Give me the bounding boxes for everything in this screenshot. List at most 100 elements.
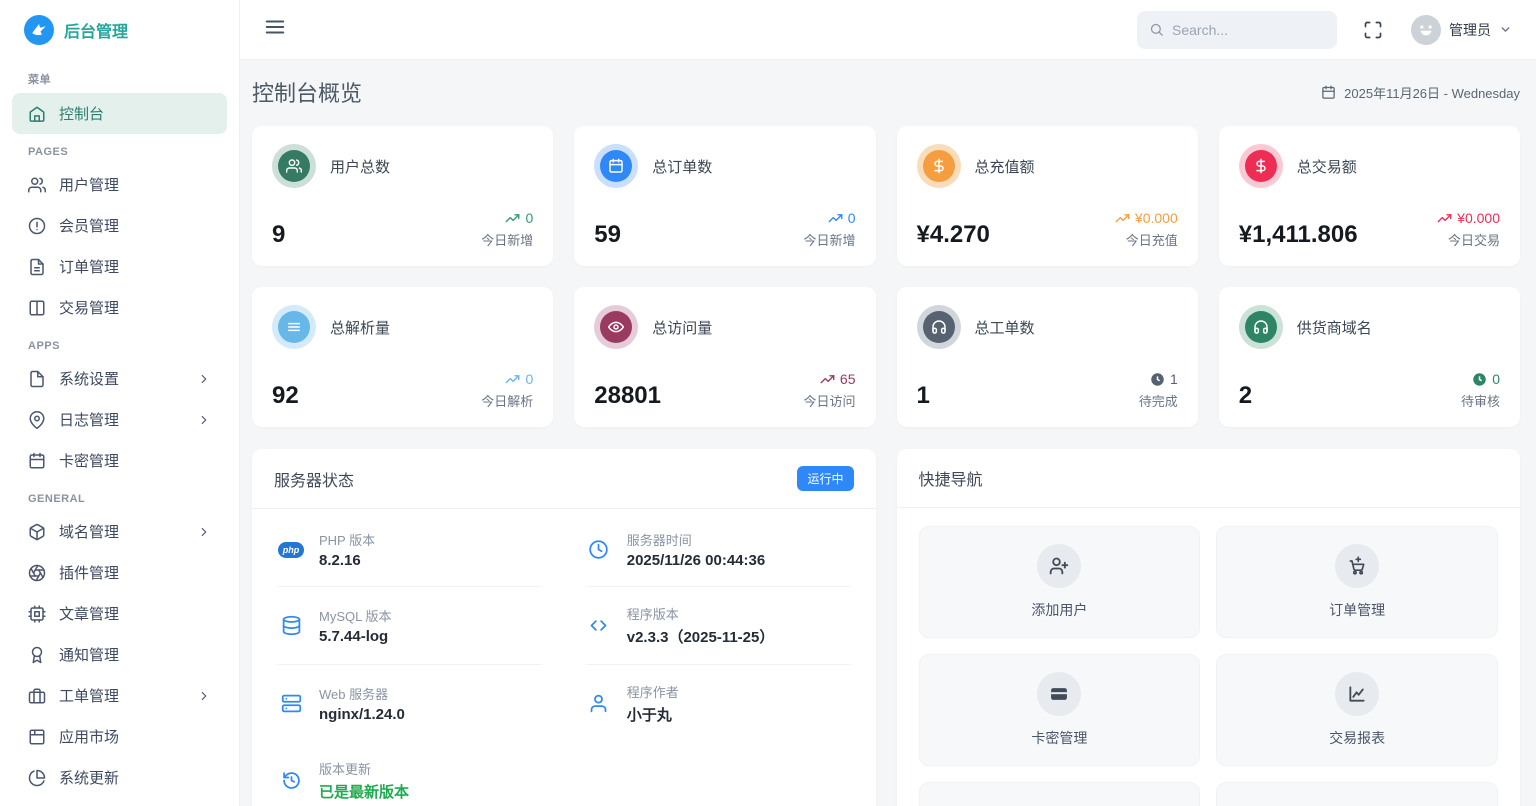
- sidebar-item-domains[interactable]: 域名管理: [12, 511, 227, 552]
- stat-trend-label: 今日访问: [803, 394, 856, 409]
- sidebar-item-tickets[interactable]: 工单管理: [12, 675, 227, 716]
- sidebar-item-card-keys[interactable]: 卡密管理: [12, 440, 227, 481]
- sidebar-item-members[interactable]: 会员管理: [12, 205, 227, 246]
- stat-value: ¥4.270: [916, 221, 990, 248]
- chevron-right-icon: [201, 691, 207, 700]
- sidebar-item-articles[interactable]: 文章管理: [12, 593, 227, 634]
- list-icon: [272, 305, 316, 349]
- server-info-label: 服务器时间: [626, 533, 692, 548]
- sidebar-item-label: 域名管理: [59, 524, 120, 541]
- stat-trend: 0: [1492, 371, 1500, 387]
- stat-trend: ¥0.000: [1457, 210, 1500, 226]
- server-status-title: 服务器状态: [274, 472, 355, 490]
- sidebar-item-transactions[interactable]: 交易管理: [12, 287, 227, 328]
- search-box[interactable]: [1137, 10, 1337, 49]
- sidebar-item-label: 用户管理: [59, 177, 120, 194]
- stat-label: 总订单数: [652, 158, 713, 176]
- current-date: 2025年11月26日 - Wednesday: [1321, 83, 1520, 102]
- stat-card-total-orders: 总订单数 59 0 今日新增: [574, 126, 876, 266]
- quick-nav-label: 交易报表: [1329, 730, 1386, 746]
- stat-trend-label: 待完成: [1138, 394, 1178, 409]
- package-icon: [29, 523, 45, 540]
- sidebar-item-dashboard[interactable]: 控制台: [12, 93, 227, 134]
- sidebar-item-label: 工单管理: [59, 688, 120, 705]
- server-info-value: 8.2.16: [319, 552, 361, 569]
- server-info-version: 程序版本 v2.3.3（2025-11-25）: [585, 587, 850, 665]
- credit-card-icon: [1050, 687, 1069, 701]
- users-icon: [28, 177, 46, 192]
- php-logo-icon: php: [278, 541, 304, 558]
- server-info-author: 程序作者 小于丸: [586, 665, 850, 742]
- stats-grid: 用户总数 9 0 今日新增 总订单数 59 0 今日新增 总充值额 ¥4.270…: [252, 126, 1520, 427]
- sidebar-item-orders[interactable]: 订单管理: [12, 246, 227, 287]
- date-label: 2025年11月26日 - Wednesday: [1344, 85, 1520, 101]
- sidebar-item-label: 卡密管理: [59, 453, 120, 470]
- sidebar-item-label: 应用市场: [59, 729, 120, 746]
- headphones-icon: [916, 305, 961, 349]
- map-pin-icon: [29, 410, 45, 429]
- brand[interactable]: 后台管理: [0, 0, 239, 59]
- quick-nav-label: 添加用户: [1031, 602, 1088, 618]
- sidebar-section-general: GENERAL: [28, 493, 86, 505]
- clock-icon: [1472, 372, 1487, 386]
- stat-trend: 0: [525, 371, 534, 387]
- user-plus-icon: [1050, 557, 1069, 575]
- search-input[interactable]: [1172, 21, 1322, 38]
- sidebar-item-system-update[interactable]: 系统更新: [12, 757, 227, 798]
- trending-up-icon: [820, 374, 835, 383]
- stat-card-total-volume: 总交易额 ¥1,411.806 ¥0.000 今日交易: [1218, 126, 1520, 266]
- stat-label: 总访问量: [652, 319, 713, 337]
- columns-icon: [29, 300, 45, 315]
- stat-label: 总工单数: [974, 319, 1035, 337]
- server-info-value: v2.3.3（2025-11-25）: [626, 629, 775, 646]
- stat-label: 总解析量: [330, 319, 391, 337]
- sidebar-item-notifications[interactable]: 通知管理: [12, 634, 227, 675]
- user-menu[interactable]: 管理员: [1411, 14, 1512, 45]
- quick-nav-report[interactable]: 交易报表: [1216, 654, 1498, 766]
- clock-icon: [589, 540, 608, 559]
- home-icon: [29, 106, 45, 122]
- quick-nav-orders[interactable]: 订单管理: [1216, 526, 1498, 638]
- server-info-label: 程序作者: [626, 685, 679, 700]
- stat-trend: 65: [839, 371, 856, 387]
- fullscreen-button[interactable]: [1363, 20, 1383, 40]
- status-badge: 运行中: [797, 466, 854, 491]
- quick-nav-document[interactable]: [1216, 782, 1498, 806]
- hamburger-icon: [265, 20, 285, 34]
- server-info-label: 版本更新: [319, 762, 372, 777]
- stat-value: 2: [1238, 382, 1253, 409]
- sidebar-item-logs[interactable]: 日志管理: [12, 399, 227, 440]
- quick-nav-card-keys[interactable]: 卡密管理: [918, 654, 1201, 766]
- sidebar-item-label: 订单管理: [59, 259, 120, 276]
- sidebar-item-label: 日志管理: [59, 412, 120, 429]
- layout-icon: [29, 729, 45, 744]
- quick-nav-settings[interactable]: [918, 782, 1201, 806]
- server-info-php: php PHP 版本 8.2.16: [278, 513, 542, 587]
- sidebar-item-users[interactable]: 用户管理: [12, 164, 227, 205]
- sidebar-item-system-settings[interactable]: 系统设置: [12, 358, 227, 399]
- stat-trend-label: 今日解析: [481, 394, 534, 409]
- stat-label: 总交易额: [1296, 158, 1357, 176]
- server-info-label: PHP 版本: [319, 533, 376, 548]
- sidebar-toggle-button[interactable]: [264, 16, 286, 43]
- stat-card-total-recharge: 总充值额 ¥4.270 ¥0.000 今日充值: [896, 126, 1198, 266]
- sidebar-item-plugins[interactable]: 插件管理: [12, 552, 227, 593]
- sidebar-section-menu: 菜单: [28, 74, 51, 86]
- quick-nav-title: 快捷导航: [918, 472, 983, 489]
- stat-value: 9: [272, 221, 286, 248]
- sidebar-item-app-market[interactable]: 应用市场: [12, 716, 227, 757]
- stat-trend-label: 今日新增: [481, 233, 534, 248]
- stat-value: 28801: [594, 382, 661, 409]
- sidebar-item-label: 插件管理: [59, 565, 120, 582]
- dollar-icon: [1238, 144, 1283, 188]
- headphones-icon: [1238, 305, 1283, 349]
- code-icon: [590, 620, 607, 631]
- stat-card-total-users: 用户总数 9 0 今日新增: [252, 126, 554, 266]
- user-name: 管理员: [1449, 21, 1491, 38]
- cart-plus-icon: [1349, 556, 1365, 575]
- chevron-down-icon: [1501, 27, 1510, 32]
- stat-value: 1: [916, 382, 930, 409]
- stat-trend: 1: [1169, 371, 1178, 387]
- quick-nav-add-user[interactable]: 添加用户: [918, 526, 1201, 638]
- main-content: 控制台概览 2025年11月26日 - Wednesday 用户总数 9 0 今…: [240, 60, 1536, 806]
